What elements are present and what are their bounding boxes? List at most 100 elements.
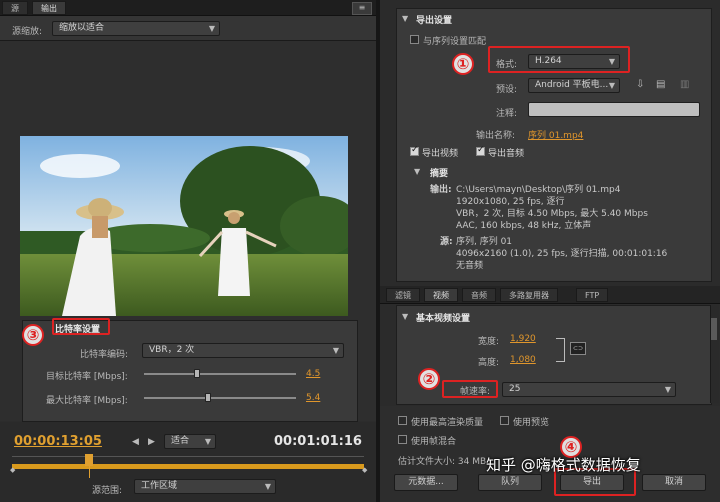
format-dropdown[interactable]: H.264 ▼ (528, 54, 620, 69)
tab-audio[interactable]: 音频 (462, 288, 496, 302)
chevron-down-icon: ▼ (204, 437, 211, 446)
watermark: 知乎 @嗨格式数据恢复 (486, 456, 641, 474)
output-name-value[interactable]: 序列 01.mp4 (528, 128, 583, 141)
delete-preset-icon[interactable]: ▥ (680, 79, 689, 90)
target-bitrate-handle[interactable] (194, 369, 201, 378)
output-name-label: 输出名称: (476, 131, 516, 141)
import-preset-icon[interactable]: ▤ (656, 79, 665, 90)
chevron-down-icon: ▼ (608, 57, 615, 66)
max-bitrate-slider[interactable] (144, 397, 296, 399)
summary-source-line: 4096x2160 (1.0), 25 fps, 逐行扫描, 00:01:01:… (456, 249, 668, 259)
source-range-value: 工作区域 (141, 481, 178, 491)
tab-multiplexer[interactable]: 多路复用器 (500, 288, 558, 302)
timeline-work-area[interactable] (12, 464, 364, 469)
video-frame (20, 136, 348, 316)
max-render-quality-checkbox[interactable] (398, 416, 407, 425)
height-label: 高度: (478, 358, 500, 368)
preset-dropdown[interactable]: Android 平板电... ▼ (528, 78, 620, 93)
video-thumbnail (20, 136, 348, 316)
playhead-line (89, 464, 91, 478)
export-video-checkbox[interactable] (410, 145, 419, 156)
mark-in-icon[interactable]: ◀ (132, 437, 139, 447)
work-area-end-handle[interactable]: ◆ (362, 466, 367, 474)
use-previews-checkbox[interactable] (500, 416, 509, 425)
export-audio-label: 导出音频 (488, 149, 525, 159)
summary-source-label: 源: (440, 237, 453, 247)
source-range-label: 源范围: (92, 486, 123, 496)
comment-input[interactable] (528, 102, 700, 117)
width-label: 宽度: (478, 337, 500, 347)
preset-label: 预设: (496, 85, 518, 95)
timeline-ruler (12, 456, 364, 461)
comment-label: 注释: (496, 109, 518, 119)
frame-blending-checkbox[interactable] (398, 435, 407, 444)
max-bitrate-label: 最大比特率 [Mbps]: (46, 396, 128, 406)
tab-source[interactable]: 源 (2, 1, 28, 15)
tab-output[interactable]: 输出 (32, 1, 66, 15)
framerate-label: 帧速率: (460, 387, 491, 397)
match-sequence-checkbox[interactable] (410, 35, 419, 44)
max-bitrate-handle[interactable] (204, 393, 211, 402)
max-bitrate-value[interactable]: 5.4 (306, 393, 320, 403)
tab-filters[interactable]: 滤镜 (386, 288, 420, 302)
target-bitrate-value[interactable]: 4.5 (306, 369, 320, 379)
bitrate-title-highlight (52, 318, 110, 335)
export-video-label: 导出视频 (422, 149, 459, 159)
chevron-down-icon: ▼ (332, 346, 339, 355)
target-bitrate-slider[interactable] (144, 373, 296, 375)
work-area-start-handle[interactable]: ◆ (10, 466, 15, 474)
format-value: H.264 (535, 56, 562, 66)
summary-triangle-icon[interactable]: ▼ (414, 167, 420, 176)
use-previews-label: 使用预览 (513, 418, 550, 428)
panel-menu-icon[interactable]: ≡ (352, 2, 372, 15)
width-value[interactable]: 1,920 (510, 334, 536, 344)
source-scale-dropdown[interactable]: 缩放以适合 ▼ (52, 21, 220, 36)
duration: 00:01:01:16 (274, 434, 362, 449)
fit-dropdown[interactable]: 适合 ▼ (164, 434, 216, 449)
bitrate-encoding-label: 比特率编码: (80, 350, 129, 360)
bitrate-encoding-value: VBR，2 次 (149, 345, 195, 355)
target-bitrate-label: 目标比特率 [Mbps]: (46, 372, 128, 382)
save-preset-icon[interactable]: ⇩ (636, 79, 644, 90)
link-bracket (556, 338, 565, 362)
chevron-down-icon: ▼ (664, 385, 671, 394)
annotation-2: ② (418, 368, 440, 390)
framerate-dropdown[interactable]: 25 ▼ (502, 382, 676, 397)
source-range-dropdown[interactable]: 工作区域 ▼ (134, 479, 276, 494)
max-render-quality-label: 使用最高渲染质量 (411, 418, 484, 428)
source-scale-label: 源缩放: (12, 27, 43, 37)
annotation-1: ① (452, 53, 474, 75)
format-label: 格式: (496, 60, 518, 70)
collapse-triangle-icon[interactable]: ▼ (402, 14, 408, 23)
framerate-value: 25 (509, 384, 521, 394)
current-time[interactable]: 00:00:13:05 (14, 434, 102, 449)
match-sequence-label: 与序列设置匹配 (423, 37, 487, 47)
chevron-down-icon: ▼ (608, 81, 615, 90)
source-scale-value: 缩放以适合 (59, 23, 105, 33)
video-section-title: 基本视频设置 (416, 314, 471, 324)
video-section-triangle-icon[interactable]: ▼ (402, 312, 408, 321)
annotation-3: ③ (22, 324, 44, 346)
preset-value: Android 平板电... (535, 80, 609, 90)
mark-out-icon[interactable]: ▶ (148, 437, 155, 447)
metadata-button[interactable]: 元数据... (394, 474, 458, 491)
fit-value: 适合 (171, 436, 190, 446)
estimated-file-size: 估计文件大小: 34 MB (398, 457, 487, 467)
scrollbar-thumb[interactable] (711, 318, 717, 340)
bitrate-encoding-dropdown[interactable]: VBR，2 次 ▼ (142, 343, 344, 358)
link-icon[interactable]: ⊂⊃ (570, 342, 586, 355)
summary-title: 摘要 (430, 169, 449, 179)
cancel-button[interactable]: 取消 (642, 474, 706, 491)
chevron-down-icon: ▼ (264, 482, 271, 491)
export-settings-title: 导出设置 (416, 16, 453, 26)
tab-ftp[interactable]: FTP (576, 288, 609, 302)
summary-output-line: AAC, 160 kbps, 48 kHz, 立体声 (456, 221, 592, 231)
height-value[interactable]: 1,080 (510, 355, 536, 365)
export-audio-checkbox[interactable] (476, 145, 485, 156)
queue-button[interactable]: 队列 (478, 474, 542, 491)
summary-output-label: 输出: (430, 185, 452, 195)
summary-source-line: 无音频 (456, 261, 484, 271)
tab-video[interactable]: 视频 (424, 288, 458, 302)
frame-blending-label: 使用帧混合 (411, 437, 457, 447)
chevron-down-icon: ▼ (208, 24, 215, 33)
